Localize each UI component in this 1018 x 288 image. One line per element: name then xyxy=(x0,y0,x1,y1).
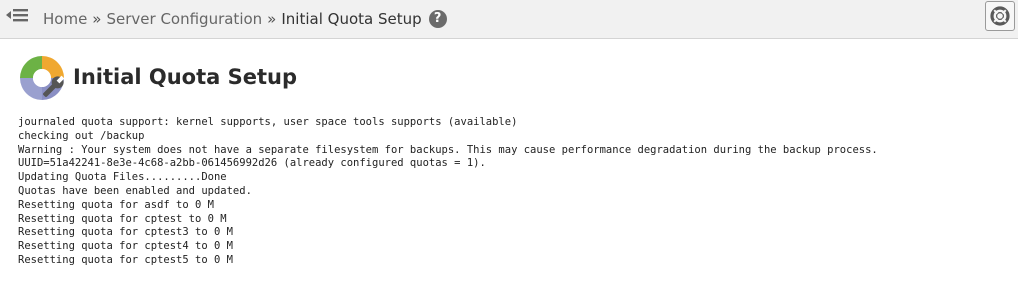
quota-wrench-icon xyxy=(20,56,65,100)
breadcrumb-separator: » xyxy=(92,10,102,28)
output-line: Resetting quota for cptest to 0 M xyxy=(18,212,227,225)
page-header: Initial Quota Setup xyxy=(18,54,297,102)
collapse-menu-icon[interactable] xyxy=(5,5,29,27)
command-output: journaled quota support: kernel supports… xyxy=(18,116,878,268)
output-line: Resetting quota for cptest4 to 0 M xyxy=(18,240,233,253)
breadcrumb-current: Initial Quota Setup xyxy=(281,10,422,28)
output-line: Quotas have been enabled and updated. xyxy=(18,184,252,197)
output-line: journaled quota support: kernel supports… xyxy=(18,116,518,128)
breadcrumb-separator: » xyxy=(267,10,277,28)
output-warning-line: Warning : Your system does not have a se… xyxy=(18,143,878,156)
question-circle-icon[interactable]: ? xyxy=(428,10,447,28)
breadcrumb-server-configuration[interactable]: Server Configuration xyxy=(106,10,262,28)
breadcrumb: Home » Server Configuration » Initial Qu… xyxy=(43,0,447,38)
output-line: Resetting quota for cptest3 to 0 M xyxy=(18,226,233,239)
output-line: checking out /backup xyxy=(18,129,145,142)
output-line: Resetting quota for asdf to 0 M xyxy=(18,198,214,211)
output-line: Updating Quota Files.........Done xyxy=(18,171,227,184)
top-bar: Home » Server Configuration » Initial Qu… xyxy=(0,0,1018,39)
lifebuoy-icon xyxy=(990,6,1010,26)
output-line: Resetting quota for cptest5 to 0 M xyxy=(18,253,233,266)
support-button[interactable] xyxy=(985,1,1015,31)
breadcrumb-home[interactable]: Home xyxy=(43,10,87,28)
output-line: UUID=51a42241-8e3e-4c68-a2bb-061456992d2… xyxy=(18,157,486,170)
page-title: Initial Quota Setup xyxy=(73,65,298,89)
